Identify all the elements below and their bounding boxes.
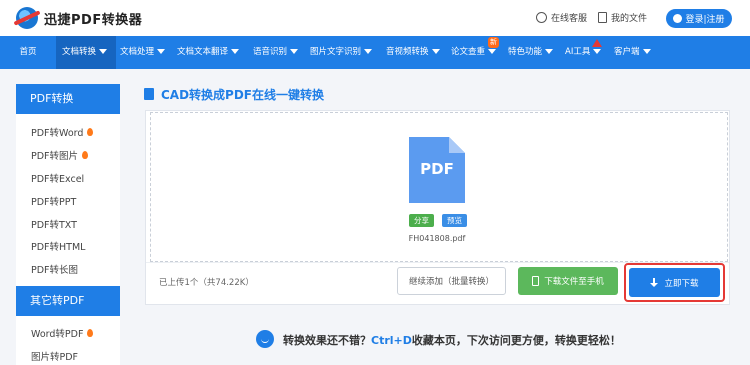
nav-home[interactable]: 首页 (0, 36, 56, 69)
nav-speech[interactable]: 语音识别 (253, 36, 299, 69)
sidebar-item-pdf-to-word[interactable]: PDF转Word (31, 125, 94, 139)
online-service-label: 在线客服 (551, 14, 588, 24)
sidebar-item-pdf-to-image[interactable]: PDF转图片 (31, 148, 89, 162)
nav-ocr[interactable]: 图片文字识别 (310, 36, 373, 69)
user-icon (673, 14, 683, 23)
bookmark-promo: 转换效果还不错？Ctrl+D收藏本页，下次访问更方便，转换更轻松！ (283, 332, 621, 348)
document-icon (144, 88, 154, 100)
fire-icon (82, 151, 89, 159)
nav-doc-convert[interactable]: 文档转换 (56, 36, 116, 69)
chevron-down-icon (99, 49, 108, 54)
document-icon (598, 12, 607, 23)
continue-add-label: 继续添加（批量转换） (408, 277, 494, 287)
promo-shortcut: Ctrl+D (371, 334, 412, 347)
sidebar-item-label: Word转PDF (31, 329, 84, 340)
sidebar-item-label: PDF转长图 (31, 265, 79, 276)
nav-av-convert[interactable]: 音视频转换 (386, 36, 440, 69)
sidebar-item-label: PDF转PPT (31, 197, 77, 208)
nav-translate[interactable]: 文档文本翻译 (177, 36, 240, 69)
sidebar-item-pdf-to-long-image[interactable]: PDF转长图 (31, 262, 78, 276)
sidebar-item-label: PDF转Word (31, 128, 84, 139)
sidebar-section-pdf-convert[interactable]: PDF转换 (16, 84, 120, 114)
nav-plagiarism-label: 论文查重 (451, 47, 486, 57)
chevron-down-icon (642, 49, 651, 54)
sidebar-item-label: PDF转Excel (31, 174, 85, 185)
sidebar-item-label: PDF转图片 (31, 151, 79, 162)
my-files-link[interactable]: 我的文件 (598, 11, 647, 24)
chevron-down-icon (488, 49, 497, 54)
chevron-down-icon (593, 49, 602, 54)
preview-tag[interactable]: 预览 (442, 214, 467, 227)
sidebar-item-label: PDF转HTML (31, 242, 86, 253)
chevron-down-icon (545, 49, 554, 54)
login-register-button[interactable]: 登录|注册 (666, 9, 732, 28)
chevron-down-icon (231, 49, 240, 54)
file-name: FH041808.pdf (408, 234, 466, 243)
hot-marker-icon (592, 39, 602, 47)
sidebar-item-label: 图片转PDF (31, 352, 79, 363)
nav-doc-convert-label: 文档转换 (62, 47, 97, 57)
upload-status: 已上传1个（共74.22K） (159, 278, 254, 288)
sidebar-item-pdf-to-ppt[interactable]: PDF转PPT (31, 194, 76, 208)
fire-icon (87, 128, 94, 136)
download-now-button[interactable]: 立即下载 (629, 268, 720, 297)
nav-translate-label: 文档文本翻译 (177, 47, 229, 57)
nav-features[interactable]: 特色功能 (508, 36, 554, 69)
phone-icon (532, 276, 540, 286)
nav-doc-process-label: 文档处理 (120, 47, 155, 57)
nav-speech-label: 语音识别 (253, 47, 288, 57)
sidebar-section-other-to-pdf[interactable]: 其它转PDF (16, 286, 120, 316)
online-service-link[interactable]: 在线客服 (536, 11, 587, 24)
pdf-file-type-label: PDF (420, 160, 454, 178)
top-header: 迅捷PDF转换器 在线客服 我的文件 登录|注册 (0, 0, 750, 36)
nav-doc-process[interactable]: 文档处理 (120, 36, 166, 69)
promo-text-before: 转换效果还不错？ (283, 334, 371, 347)
nav-av-convert-label: 音视频转换 (386, 47, 429, 57)
sidebar-item-word-to-pdf[interactable]: Word转PDF (31, 326, 94, 340)
brand-name[interactable]: 迅捷PDF转换器 (44, 9, 142, 28)
download-icon (650, 277, 659, 288)
nav-client[interactable]: 客户端 (614, 36, 651, 69)
sidebar-item-label: PDF转TXT (31, 220, 77, 231)
nav-ocr-label: 图片文字识别 (310, 47, 362, 57)
nav-ai-tools-label: AI工具 (565, 47, 591, 57)
chevron-down-icon (364, 49, 373, 54)
headset-icon (536, 12, 547, 23)
nav-home-label: 首页 (19, 47, 37, 57)
nav-features-label: 特色功能 (508, 47, 543, 57)
sidebar: PDF转换 PDF转Word PDF转图片 PDF转Excel PDF转PPT … (16, 84, 120, 365)
promo-text-after: 收藏本页，下次访问更方便，转换更轻松！ (411, 334, 621, 347)
sidebar-item-image-to-pdf[interactable]: 图片转PDF (31, 349, 78, 363)
sidebar-item-pdf-to-excel[interactable]: PDF转Excel (31, 171, 84, 185)
share-tag[interactable]: 分享 (409, 214, 434, 227)
chevron-down-icon (431, 49, 440, 54)
new-badge: 新 (488, 37, 499, 48)
download-to-phone-button[interactable]: 下载文件至手机 (518, 267, 618, 295)
nav-client-label: 客户端 (614, 47, 640, 57)
download-now-label: 立即下载 (664, 278, 699, 289)
sidebar-item-pdf-to-html[interactable]: PDF转HTML (31, 239, 85, 253)
login-label: 登录|注册 (685, 15, 725, 25)
download-to-phone-label: 下载文件至手机 (544, 277, 604, 287)
fire-icon (87, 329, 94, 337)
my-files-label: 我的文件 (611, 14, 648, 24)
sidebar-item-pdf-to-txt[interactable]: PDF转TXT (31, 217, 77, 231)
chevron-down-icon (157, 49, 166, 54)
continue-add-button[interactable]: 继续添加（批量转换） (397, 267, 506, 295)
smile-icon (256, 330, 274, 348)
main-nav: 首页 文档转换 文档处理 文档文本翻译 语音识别 图片文字识别 音视频转换 论文… (0, 36, 750, 69)
app-logo-icon[interactable] (16, 7, 38, 29)
chevron-down-icon (290, 49, 299, 54)
page-title: CAD转换成PDF在线一键转换 (161, 88, 325, 102)
